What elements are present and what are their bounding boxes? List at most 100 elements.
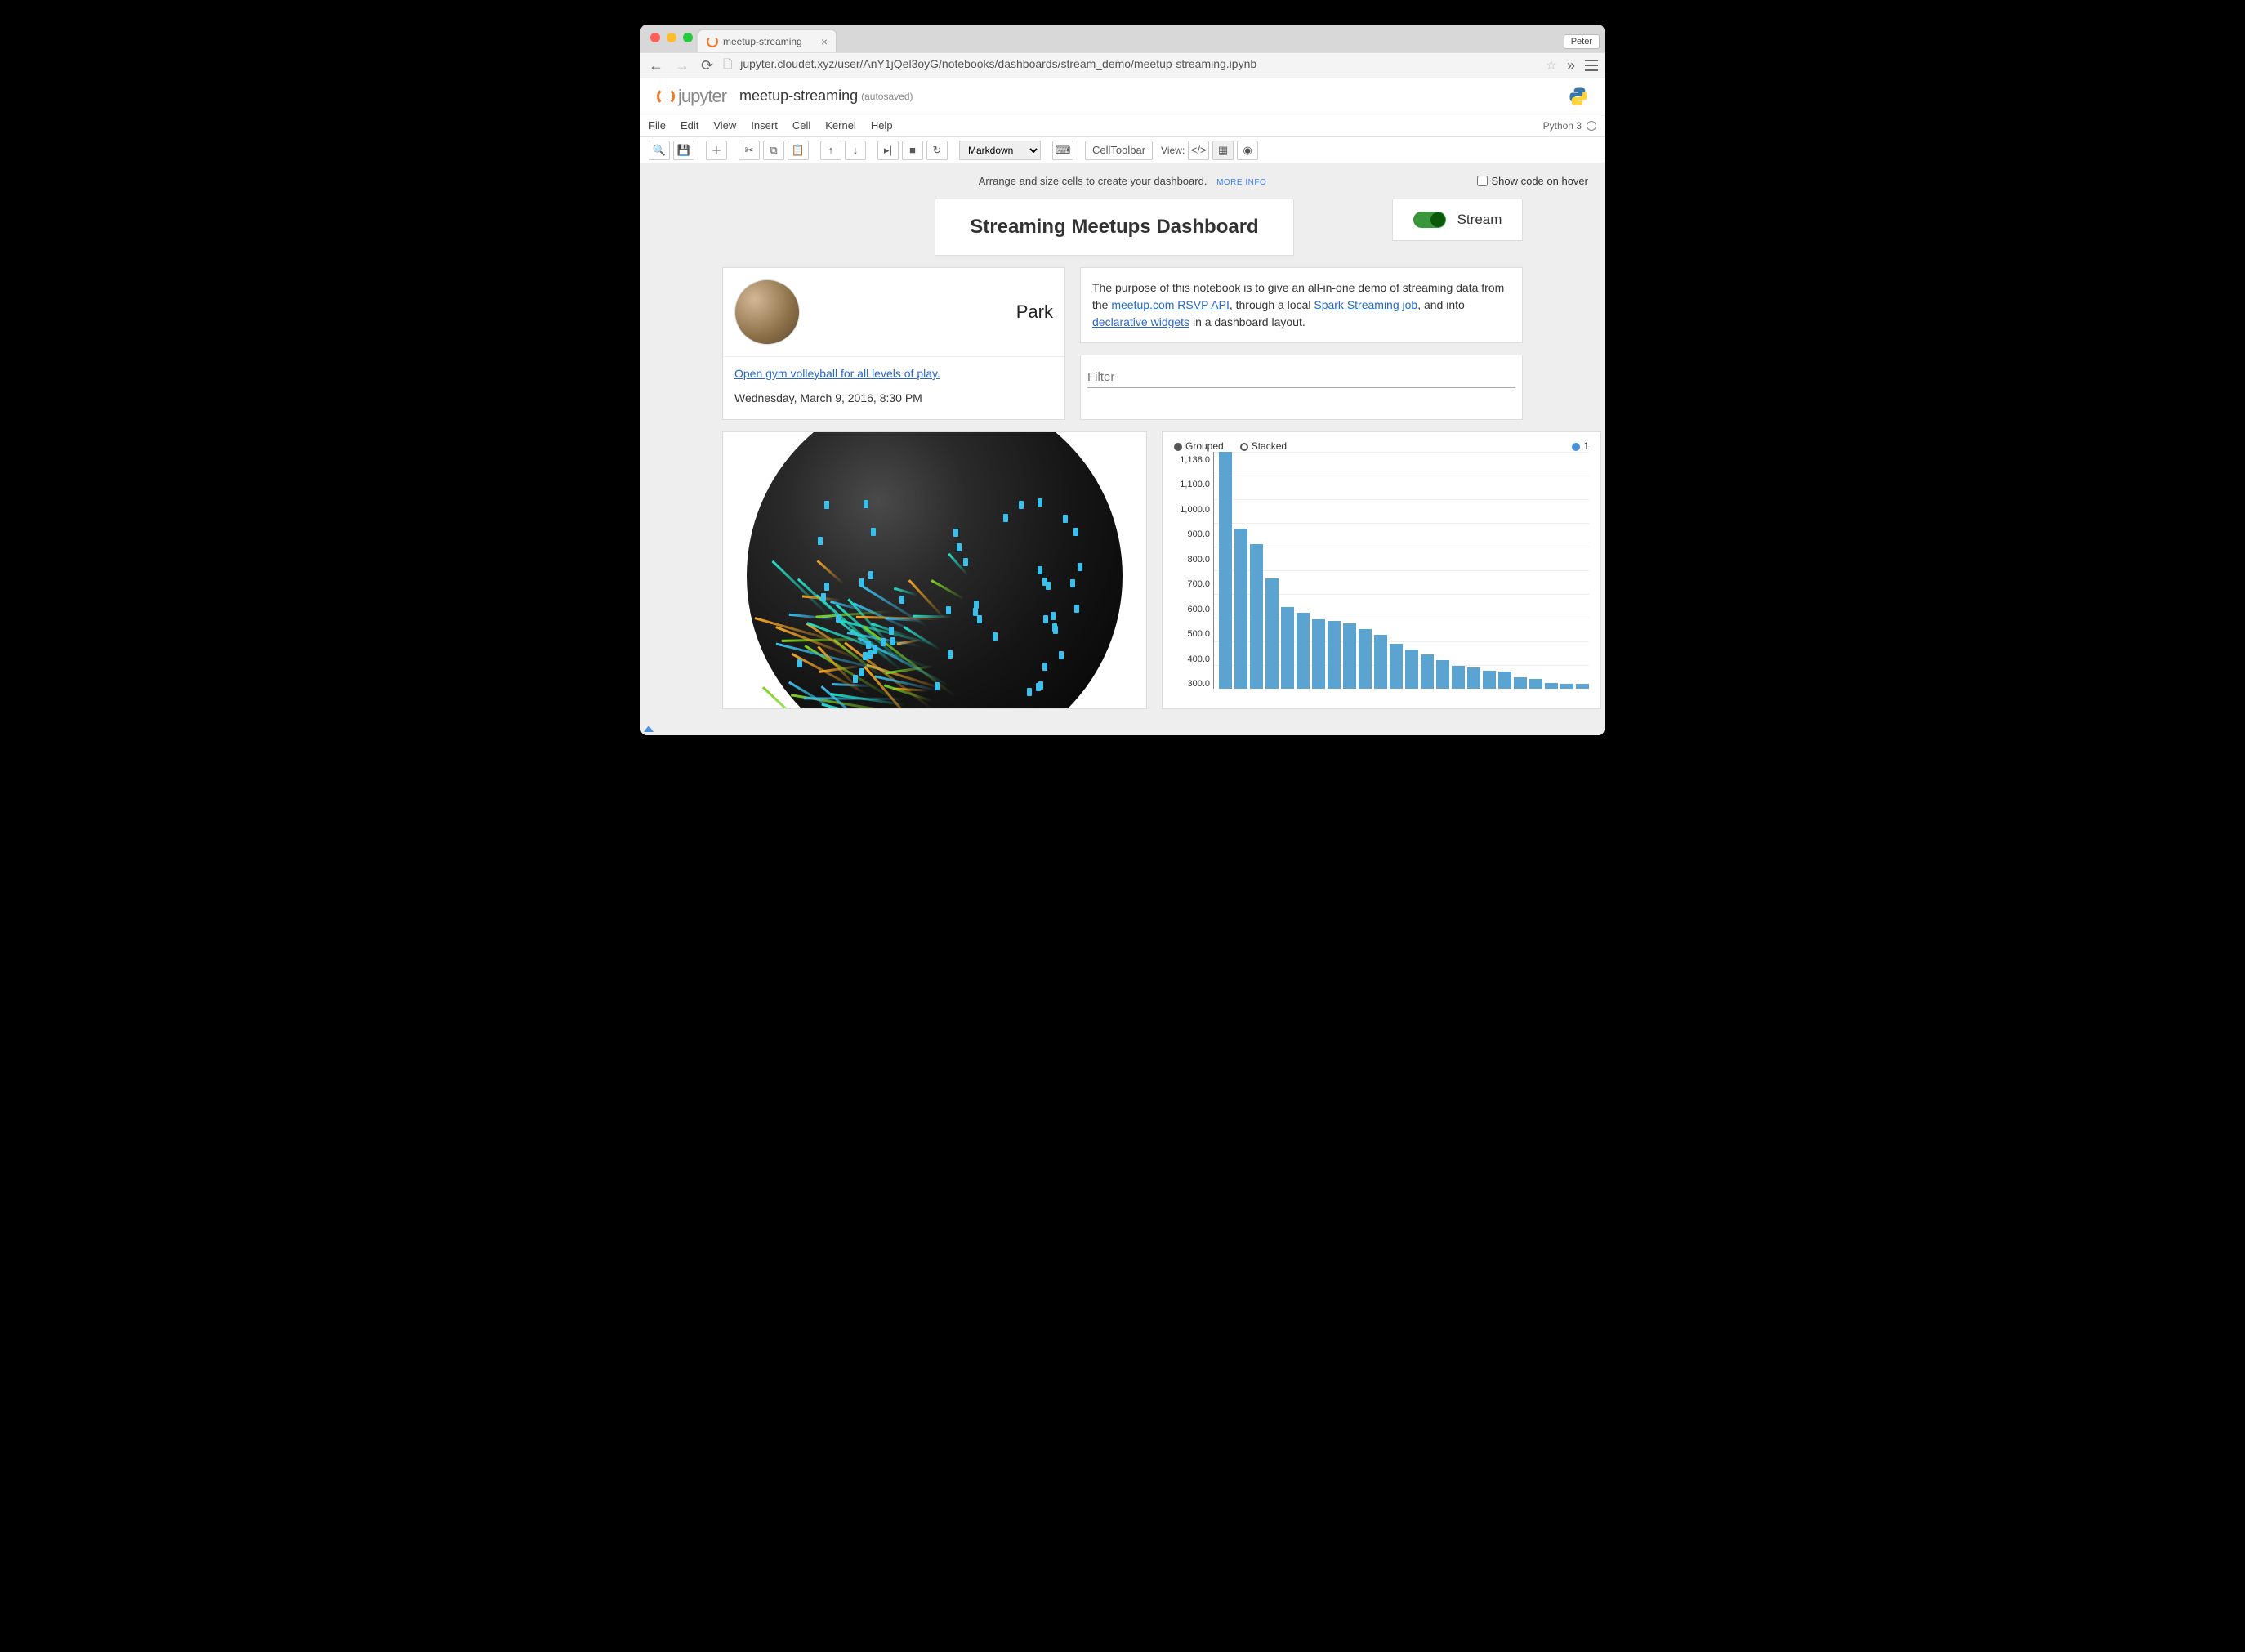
event-venue: Park <box>1016 301 1053 323</box>
python-logo-icon <box>1569 87 1588 106</box>
bar[interactable] <box>1529 679 1542 689</box>
menu-help[interactable]: Help <box>871 119 893 132</box>
celltype-select[interactable]: Markdown <box>959 141 1041 160</box>
bar[interactable] <box>1421 654 1434 689</box>
stream-toggle-card: Stream <box>1392 199 1523 241</box>
bar[interactable] <box>1219 452 1232 689</box>
jupyter-header: jupyter meetup-streaming (autosaved) <box>640 78 1605 114</box>
save-button[interactable]: 💾 <box>673 141 694 160</box>
link-spark[interactable]: Spark Streaming job <box>1314 298 1417 311</box>
command-palette-button[interactable]: 🔍 <box>649 141 670 160</box>
profile-button[interactable]: Peter <box>1564 34 1600 49</box>
restart-button[interactable]: ↻ <box>926 141 948 160</box>
bar[interactable] <box>1545 683 1558 689</box>
filter-input[interactable] <box>1087 367 1515 388</box>
jupyter-menubar: File Edit View Insert Cell Kernel Help P… <box>640 114 1605 137</box>
browser-tabbar: meetup-streaming × Peter <box>640 25 1605 52</box>
menu-cell[interactable]: Cell <box>792 119 810 132</box>
browser-tab[interactable]: meetup-streaming × <box>698 29 837 52</box>
stop-button[interactable]: ■ <box>902 141 923 160</box>
menu-icon[interactable] <box>1585 60 1598 71</box>
reload-button[interactable]: ⟳ <box>699 57 715 74</box>
view-label: View: <box>1161 145 1185 156</box>
show-code-hover-checkbox[interactable]: Show code on hover <box>1477 175 1588 187</box>
menu-edit[interactable]: Edit <box>681 119 698 132</box>
legend-grouped[interactable]: Grouped <box>1174 440 1224 452</box>
stream-toggle[interactable] <box>1413 212 1446 228</box>
view-grid-button[interactable]: ▦ <box>1212 141 1234 160</box>
menu-view[interactable]: View <box>713 119 736 132</box>
bar[interactable] <box>1390 644 1403 689</box>
resize-handle-icon[interactable] <box>644 726 654 732</box>
filter-card <box>1080 355 1523 420</box>
bar[interactable] <box>1436 660 1449 689</box>
move-down-button[interactable]: ↓ <box>845 141 866 160</box>
notebook-name[interactable]: meetup-streaming <box>739 87 858 105</box>
jupyter-logo[interactable]: jupyter <box>657 86 726 107</box>
site-info-icon[interactable]: 🗋 <box>723 57 732 70</box>
move-up-button[interactable]: ↑ <box>820 141 841 160</box>
bar[interactable] <box>1483 671 1496 689</box>
event-date: Wednesday, March 9, 2016, 8:30 PM <box>734 391 1053 404</box>
link-meetup-api[interactable]: meetup.com RSVP API <box>1111 298 1229 311</box>
link-widgets[interactable]: declarative widgets <box>1092 315 1189 328</box>
back-button[interactable]: ← <box>647 57 665 74</box>
kernel-name: Python 3 <box>1543 120 1582 132</box>
view-code-button[interactable]: </> <box>1188 141 1209 160</box>
bar[interactable] <box>1281 607 1294 689</box>
copy-button[interactable]: ⧉ <box>763 141 784 160</box>
add-cell-button[interactable]: ＋ <box>706 141 727 160</box>
globe-card[interactable] <box>722 431 1147 709</box>
description-card: The purpose of this notebook is to give … <box>1080 267 1523 343</box>
dashboard-title: Streaming Meetups Dashboard <box>970 216 1258 239</box>
bar[interactable] <box>1234 529 1247 689</box>
menu-kernel[interactable]: Kernel <box>825 119 856 132</box>
dashboard-title-card: Streaming Meetups Dashboard <box>935 199 1294 256</box>
bar[interactable] <box>1374 635 1387 689</box>
bar[interactable] <box>1343 623 1356 689</box>
bookmark-icon[interactable]: ☆ <box>1546 57 1557 74</box>
bar[interactable] <box>1560 684 1573 689</box>
paste-button[interactable]: 📋 <box>788 141 809 160</box>
celltoolbar-button[interactable]: CellToolbar <box>1085 141 1153 160</box>
legend-stacked[interactable]: Stacked <box>1240 440 1287 452</box>
url-bar[interactable]: 🗋 jupyter.cloudet.xyz/user/AnY1jQel3oyG/… <box>723 56 1538 75</box>
window-controls <box>650 33 693 42</box>
bar[interactable] <box>1312 619 1325 689</box>
keyboard-button[interactable]: ⌨ <box>1052 141 1073 160</box>
maximize-window-icon[interactable] <box>683 33 693 42</box>
cut-button[interactable]: ✂ <box>739 141 760 160</box>
bar[interactable] <box>1297 613 1310 689</box>
jupyter-favicon-icon <box>707 36 718 47</box>
more-info-link[interactable]: MORE INFO <box>1216 178 1266 187</box>
minimize-window-icon[interactable] <box>667 33 676 42</box>
browser-addrbar: ← → ⟳ 🗋 jupyter.cloudet.xyz/user/AnY1jQe… <box>640 52 1605 78</box>
close-window-icon[interactable] <box>650 33 660 42</box>
bar[interactable] <box>1250 544 1263 689</box>
bar[interactable] <box>1576 684 1589 689</box>
close-tab-icon[interactable]: × <box>821 35 828 48</box>
bar[interactable] <box>1452 666 1465 689</box>
bar[interactable] <box>1467 667 1480 689</box>
view-dashboard-button[interactable]: ◉ <box>1237 141 1258 160</box>
event-link[interactable]: Open gym volleyball for all levels of pl… <box>734 367 940 380</box>
chart-bars <box>1213 452 1589 689</box>
menu-insert[interactable]: Insert <box>751 119 778 132</box>
event-thumbnail <box>734 279 800 345</box>
legend-series-1[interactable]: 1 <box>1572 440 1589 452</box>
run-button[interactable]: ▸| <box>877 141 899 160</box>
bar[interactable] <box>1405 650 1418 689</box>
bar[interactable] <box>1498 672 1511 689</box>
event-card: Park Open gym volleyball for all levels … <box>722 267 1065 420</box>
jupyter-logo-icon <box>657 87 675 105</box>
bar[interactable] <box>1265 578 1279 689</box>
globe-viz <box>747 431 1122 709</box>
more-icon[interactable]: » <box>1565 57 1577 74</box>
autosave-status: (autosaved) <box>861 91 913 102</box>
bar[interactable] <box>1328 621 1341 689</box>
bar[interactable] <box>1359 629 1372 689</box>
forward-button: → <box>673 57 691 74</box>
bar[interactable] <box>1514 677 1527 689</box>
dashboard-hint: Arrange and size cells to create your da… <box>640 163 1605 199</box>
menu-file[interactable]: File <box>649 119 666 132</box>
